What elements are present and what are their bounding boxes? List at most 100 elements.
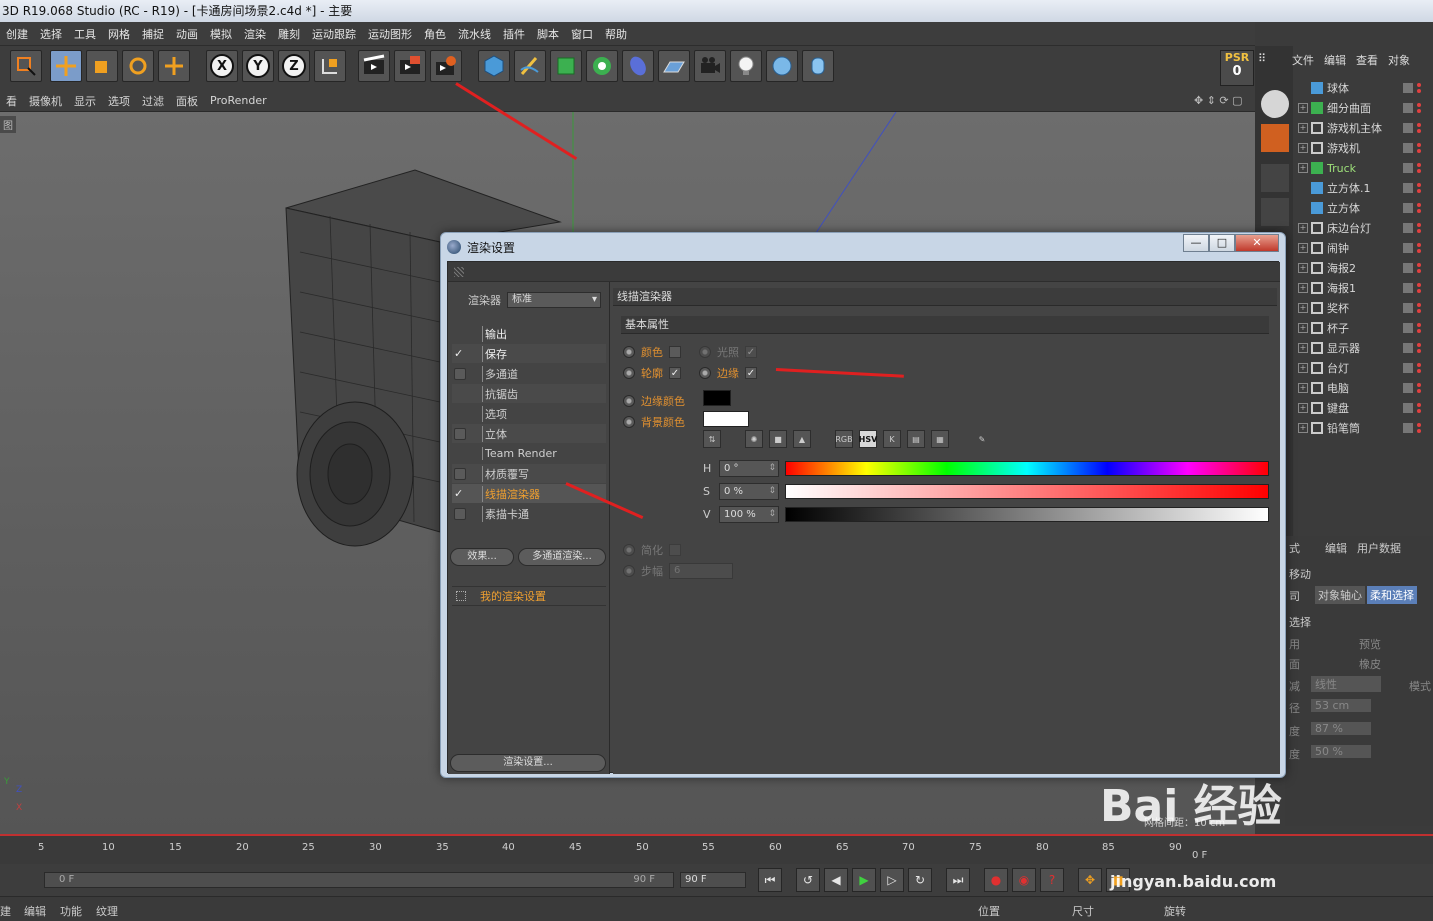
saturation-slider[interactable] (785, 484, 1269, 499)
scale-tool-icon[interactable] (86, 50, 118, 82)
attr-menu-edit[interactable]: 编辑 (1325, 540, 1347, 556)
menu-mesh[interactable]: 网格 (102, 26, 136, 42)
nav-check[interactable] (454, 408, 466, 420)
live-selection-icon[interactable] (10, 50, 42, 82)
list-item[interactable]: + 奖杯 (1298, 298, 1433, 318)
renderer-select[interactable]: 标准 (507, 292, 601, 308)
animate-radio[interactable] (699, 367, 711, 379)
list-item[interactable]: 立方体.1 (1298, 178, 1433, 198)
menu-snap[interactable]: 捕捉 (136, 26, 170, 42)
record-icon[interactable]: ● (984, 868, 1008, 892)
list-item[interactable]: + 键盘 (1298, 398, 1433, 418)
material-menu-function[interactable]: 功能 (60, 903, 82, 919)
list-item[interactable]: + 海报1 (1298, 278, 1433, 298)
previous-key-icon[interactable]: ↺ (796, 868, 820, 892)
material-menu-edit[interactable]: 编辑 (24, 903, 46, 919)
outline-checkbox[interactable]: ✓ (669, 367, 681, 379)
saturation-field[interactable]: 0 % (719, 483, 779, 500)
edges-checkbox[interactable]: ✓ (745, 367, 757, 379)
object-menu-view[interactable]: 查看 (1356, 52, 1378, 72)
edge-color-swatch[interactable] (703, 390, 731, 406)
menu-plugins[interactable]: 插件 (497, 26, 531, 42)
attr-rubber-label[interactable]: 橡皮 (1359, 656, 1381, 672)
nav-item-multipass[interactable]: 多通道 (452, 364, 606, 383)
play-icon[interactable]: ▶ (852, 868, 876, 892)
bicycle-icon[interactable] (1261, 164, 1289, 192)
list-item[interactable]: + 床边台灯 (1298, 218, 1433, 238)
menu-window[interactable]: 窗口 (565, 26, 599, 42)
attr-tab-soft-selection[interactable]: 柔和选择 (1367, 586, 1417, 604)
render-to-picture-viewer-icon[interactable] (394, 50, 426, 82)
next-frame-icon[interactable]: ▷ (880, 868, 904, 892)
attr-width-field[interactable]: 50 % (1311, 745, 1371, 758)
animate-radio[interactable] (623, 346, 635, 358)
eyedropper-icon[interactable]: ✎ (973, 430, 991, 448)
kelvin-mode-button[interactable]: K (883, 430, 901, 448)
z-axis-lock-button[interactable]: Z (278, 50, 310, 82)
attr-strength-field[interactable]: 87 % (1311, 722, 1371, 735)
move-tool-icon[interactable] (50, 50, 82, 82)
sky-icon[interactable] (766, 50, 798, 82)
list-item[interactable]: + 海报2 (1298, 258, 1433, 278)
attr-radius-field[interactable]: 53 cm (1311, 699, 1371, 712)
material-menu-texture[interactable]: 纹理 (96, 903, 118, 919)
minimize-button[interactable]: — (1183, 234, 1209, 252)
list-item[interactable]: + 铅笔筒 (1298, 418, 1433, 438)
menu-animate[interactable]: 动画 (170, 26, 204, 42)
viewport-menu-cameras[interactable]: 摄像机 (23, 93, 68, 109)
cylinder-icon[interactable] (802, 50, 834, 82)
nav-item-cel-renderer[interactable]: ✓ 线描渲染器 (452, 484, 606, 503)
hsv-mode-button[interactable]: HSV (859, 430, 877, 448)
list-item[interactable]: + 闹钟 (1298, 238, 1433, 258)
viewport-menu-display[interactable]: 显示 (68, 93, 102, 109)
rotate-tool-icon[interactable] (122, 50, 154, 82)
list-item[interactable]: + Truck (1298, 158, 1433, 178)
multipass-render-button[interactable]: 多通道渲染... (518, 548, 606, 566)
animate-radio[interactable] (623, 544, 635, 556)
recent-tool-icon[interactable] (158, 50, 190, 82)
cube-icon[interactable] (1261, 124, 1289, 152)
hue-slider[interactable] (785, 461, 1269, 476)
frame-range-slider[interactable]: 0 F 90 F (44, 872, 674, 888)
menu-mograph[interactable]: 运动图形 (362, 26, 418, 42)
nav-item-antialiasing[interactable]: 抗锯齿 (452, 384, 606, 403)
coordinate-system-icon[interactable] (314, 50, 346, 82)
nav-checkbox[interactable] (454, 467, 466, 480)
nav-item-sketch-toon[interactable]: 素描卡通 (452, 504, 606, 523)
hue-field[interactable]: 0 ° (719, 460, 779, 477)
attr-menu-mode[interactable]: 式 (1289, 540, 1300, 556)
value-slider[interactable] (785, 507, 1269, 522)
restore-button[interactable]: □ (1209, 234, 1235, 252)
illumination-checkbox[interactable]: ✓ (745, 346, 757, 358)
deformer-icon[interactable] (622, 50, 654, 82)
menu-pipeline[interactable]: 流水线 (452, 26, 497, 42)
go-to-start-icon[interactable]: ⏮ (758, 868, 782, 892)
animate-radio[interactable] (699, 346, 711, 358)
nav-check[interactable]: ✓ (454, 487, 466, 500)
color-checkbox[interactable] (669, 346, 681, 358)
list-item[interactable]: + 台灯 (1298, 358, 1433, 378)
menu-tools[interactable]: 工具 (68, 26, 102, 42)
list-item[interactable]: 立方体 (1298, 198, 1433, 218)
x-axis-lock-button[interactable]: X (206, 50, 238, 82)
autokey-icon[interactable]: ◉ (1012, 868, 1036, 892)
nav-check[interactable]: ✓ (454, 347, 466, 360)
render-settings-button[interactable]: 渲染设置... (450, 754, 606, 772)
nav-item-output[interactable]: 输出 (452, 324, 606, 343)
nav-item-options[interactable]: 选项 (452, 404, 606, 423)
object-menu-edit[interactable]: 编辑 (1324, 52, 1346, 72)
render-view-icon[interactable] (358, 50, 390, 82)
list-item[interactable]: + 显示器 (1298, 338, 1433, 358)
nav-checkbox[interactable] (454, 427, 466, 440)
nav-check[interactable] (454, 328, 466, 340)
menu-character[interactable]: 角色 (418, 26, 452, 42)
key-position-icon[interactable]: ✥ (1078, 868, 1102, 892)
menu-select[interactable]: 选择 (34, 26, 68, 42)
color-wheel-icon[interactable]: ✺ (745, 430, 763, 448)
nav-item-material-override[interactable]: 材质覆写 (452, 464, 606, 483)
nav-item-team-render[interactable]: Team Render (452, 444, 606, 463)
step-field[interactable]: 6 (669, 563, 733, 579)
nav-checkbox[interactable] (454, 367, 466, 380)
nav-check[interactable] (454, 388, 466, 400)
animate-radio[interactable] (623, 416, 635, 428)
